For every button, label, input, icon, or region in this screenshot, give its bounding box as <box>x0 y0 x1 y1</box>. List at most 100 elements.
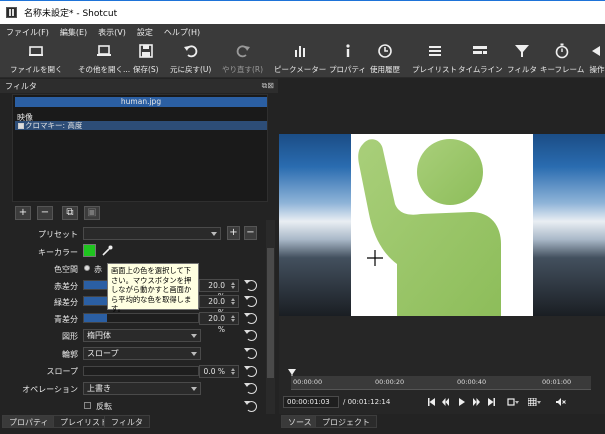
history-icon <box>378 44 392 58</box>
save-icon <box>139 44 153 58</box>
blue-diff-slider[interactable] <box>83 313 199 323</box>
sky-background-left <box>279 134 351 316</box>
invert-label: 反転 <box>96 402 112 411</box>
paste-icon: ▣ <box>87 207 97 218</box>
skip-next-icon[interactable] <box>488 398 495 406</box>
save-button[interactable]: 保存(S) <box>133 42 159 76</box>
playlist-button[interactable]: プレイリスト <box>412 42 457 76</box>
window-title: 名称未設定* - Shotcut <box>24 9 118 19</box>
peak-meter-button[interactable]: ピークメーター <box>274 42 326 76</box>
slope-label: スロープ <box>46 367 78 376</box>
redo-button[interactable]: やり直す(R) <box>222 42 263 76</box>
ruler-tick: 00:00:00 <box>293 378 323 386</box>
green-diff-spinbox[interactable]: 20.0 % <box>199 295 239 317</box>
shape-value: 楕円体 <box>87 331 111 340</box>
filter-item-chroma-key[interactable]: クロマキー: 高度 <box>15 121 267 130</box>
tab-properties[interactable]: プロパティ <box>2 415 56 428</box>
open-other-button[interactable]: その他を開く... <box>78 42 130 76</box>
toolbar: ファイルを開く その他を開く... 保存(S) 元に戻す(U) やり直す(R) … <box>0 40 605 78</box>
remove-filter-button[interactable]: − <box>37 206 53 220</box>
plus-icon: + <box>229 227 238 238</box>
tab-project[interactable]: プロジェクト <box>315 415 377 428</box>
key-color-swatch[interactable] <box>83 244 96 257</box>
tab-source[interactable]: ソース <box>281 415 319 428</box>
filter-panel-header: フィルタ ⧉⊠ <box>0 79 278 93</box>
menu-file[interactable]: ファイル(F) <box>6 27 49 38</box>
keyframe-icon <box>555 43 569 59</box>
slider-fill <box>84 281 107 289</box>
eyedropper-icon[interactable] <box>101 244 114 257</box>
folder-icon <box>29 46 44 56</box>
ruler-tick: 00:00:20 <box>375 378 405 386</box>
duration-timecode: / 00:01:12:14 <box>343 398 391 406</box>
colorspace-radio[interactable] <box>84 265 90 271</box>
undo-button[interactable]: 元に戻す(U) <box>170 42 211 76</box>
copy-filter-button[interactable]: ⧉ <box>62 206 78 220</box>
reset-edge-icon[interactable] <box>244 348 257 359</box>
tab-filters[interactable]: フィルタ <box>104 415 150 428</box>
volume-mute-icon[interactable] <box>556 398 566 406</box>
position-timecode[interactable]: 00:00:01:03 <box>283 396 339 408</box>
app-icon <box>6 7 17 18</box>
timeline-button[interactable]: タイムライン <box>458 42 502 76</box>
slope-slider[interactable] <box>83 366 199 376</box>
grid-icon[interactable] <box>528 398 542 406</box>
person-figure <box>358 139 501 316</box>
time-ruler[interactable]: 00:00:00 00:00:20 00:00:40 00:01:00 <box>291 376 591 390</box>
paste-filter-button[interactable]: ▣ <box>84 206 100 220</box>
filter-panel-title: フィルタ <box>5 82 37 91</box>
preset-add-button[interactable]: + <box>227 226 240 240</box>
filter-icon <box>514 45 529 57</box>
transport-bar: 00:00:01:03 / 00:01:12:14 <box>279 394 605 410</box>
rewind-icon[interactable] <box>442 398 449 406</box>
filter-button[interactable]: フィルタ <box>507 42 537 76</box>
blue-diff-spinbox[interactable]: 20.0 % <box>199 312 239 334</box>
play-icon[interactable] <box>458 398 465 406</box>
fast-forward-icon[interactable] <box>473 398 480 406</box>
zoom-icon[interactable] <box>507 398 519 406</box>
menu-edit[interactable]: 編集(E) <box>60 27 87 38</box>
eyedropper-tooltip: 画面上の色を選択して下さい。マウスボタンを押しながら動かすと画面から平均的な色を… <box>107 263 199 313</box>
keycolor-label: キーカラー <box>38 248 78 257</box>
menu-settings[interactable]: 設定 <box>137 27 153 38</box>
video-preview[interactable] <box>279 134 605 316</box>
filter-scrollbar[interactable] <box>266 220 275 414</box>
edge-label: 輪郭 <box>62 350 78 359</box>
properties-button[interactable]: プロパティ <box>329 42 366 76</box>
reset-red-icon[interactable] <box>244 280 257 291</box>
keyframe-button[interactable]: キーフレーム <box>540 42 584 76</box>
preset-remove-button[interactable]: − <box>244 226 257 240</box>
ruler-tick: 00:01:00 <box>542 378 572 386</box>
open-file-button[interactable]: ファイルを開く <box>10 42 63 76</box>
reset-green-icon[interactable] <box>244 296 257 307</box>
minus-icon: − <box>40 207 50 218</box>
invert-checkbox[interactable] <box>84 402 91 409</box>
reset-invert-icon[interactable] <box>244 401 257 412</box>
operation-combo[interactable]: 上書き <box>83 382 201 395</box>
edge-combo[interactable]: スロープ <box>83 347 201 360</box>
clip-name: human.jpg <box>15 97 267 107</box>
add-filter-button[interactable]: + <box>15 206 31 220</box>
green-diff-label: 緑差分 <box>54 298 78 307</box>
history-button[interactable]: 使用履歴 <box>370 42 400 76</box>
reset-blue-icon[interactable] <box>244 313 257 324</box>
menu-help[interactable]: ヘルプ(H) <box>164 27 200 38</box>
crosshair-cursor-icon <box>367 250 383 266</box>
skip-previous-icon[interactable] <box>428 398 435 406</box>
preview-image <box>351 134 533 316</box>
ruler-tick: 00:00:40 <box>457 378 487 386</box>
red-diff-spinbox[interactable]: 20.0 % <box>199 279 239 301</box>
menu-view[interactable]: 表示(V) <box>98 27 126 38</box>
slope-spinbox[interactable]: 0.0 % <box>199 365 239 378</box>
shape-combo[interactable]: 楕円体 <box>83 329 201 342</box>
red-diff-label: 赤差分 <box>54 282 78 291</box>
more-button[interactable]: 操作 <box>588 42 605 76</box>
scrollbar-thumb[interactable] <box>267 248 274 378</box>
reset-slope-icon[interactable] <box>244 366 257 377</box>
dock-buttons[interactable]: ⧉⊠ <box>262 81 274 91</box>
preset-combo[interactable] <box>83 227 221 240</box>
filter-list[interactable]: human.jpg 映像 クロマキー: 高度 <box>12 94 268 202</box>
more-icon <box>592 46 600 56</box>
reset-operation-icon[interactable] <box>244 383 257 394</box>
reset-shape-icon[interactable] <box>244 330 257 341</box>
